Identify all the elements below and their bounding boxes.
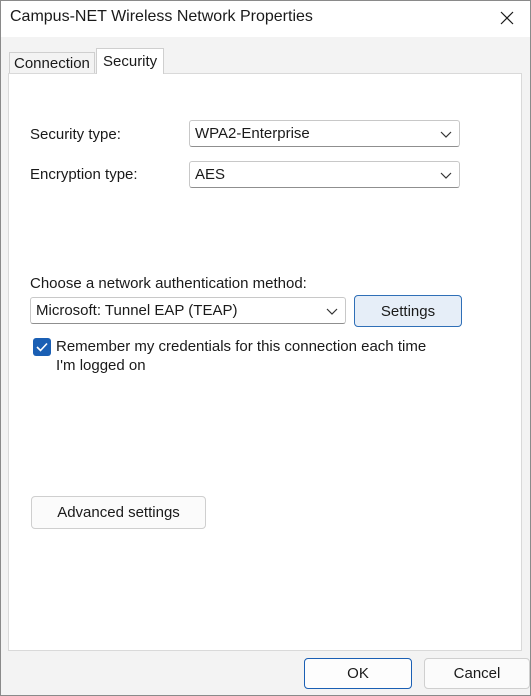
- cancel-button-label: Cancel: [453, 665, 501, 682]
- remember-credentials-checkbox[interactable]: [33, 338, 51, 356]
- cancel-button[interactable]: Cancel: [424, 658, 530, 689]
- security-panel: Security type: WPA2-Enterprise Encryptio…: [8, 73, 522, 651]
- security-type-value: WPA2-Enterprise: [195, 125, 310, 142]
- window-title: Campus-NET Wireless Network Properties: [10, 8, 313, 25]
- encryption-type-select[interactable]: AES: [189, 161, 460, 188]
- tab-security-label: Security: [103, 53, 158, 70]
- security-type-label: Security type:: [30, 126, 121, 143]
- advanced-settings-button[interactable]: Advanced settings: [31, 496, 206, 529]
- dialog-footer: OK Cancel: [1, 651, 530, 695]
- ok-button[interactable]: OK: [304, 658, 412, 689]
- auth-method-label: Choose a network authentication method:: [30, 275, 307, 292]
- check-icon: [36, 342, 48, 352]
- close-button[interactable]: [484, 1, 530, 35]
- auth-method-value: Microsoft: Tunnel EAP (TEAP): [36, 302, 238, 319]
- encryption-type-value: AES: [195, 166, 226, 183]
- ok-button-label: OK: [347, 665, 369, 682]
- tab-security[interactable]: Security: [96, 48, 165, 74]
- auth-method-select[interactable]: Microsoft: Tunnel EAP (TEAP): [30, 297, 346, 324]
- chevron-down-icon: [440, 172, 452, 179]
- title-bar: Campus-NET Wireless Network Properties: [1, 1, 530, 37]
- tab-connection[interactable]: Connection: [9, 52, 95, 74]
- encryption-type-label: Encryption type:: [30, 166, 138, 183]
- dialog-window: Campus-NET Wireless Network Properties C…: [0, 0, 531, 696]
- security-type-select[interactable]: WPA2-Enterprise: [189, 120, 460, 147]
- settings-button-label: Settings: [380, 302, 436, 320]
- tab-strip: Connection Security: [1, 37, 530, 74]
- chevron-down-icon: [440, 131, 452, 138]
- chevron-down-icon: [326, 308, 338, 315]
- tab-connection-label: Connection: [14, 55, 90, 72]
- remember-credentials-label[interactable]: Remember my credentials for this connect…: [56, 337, 436, 375]
- close-icon: [500, 11, 514, 25]
- advanced-settings-label: Advanced settings: [57, 504, 180, 521]
- settings-button[interactable]: Settings: [354, 295, 462, 327]
